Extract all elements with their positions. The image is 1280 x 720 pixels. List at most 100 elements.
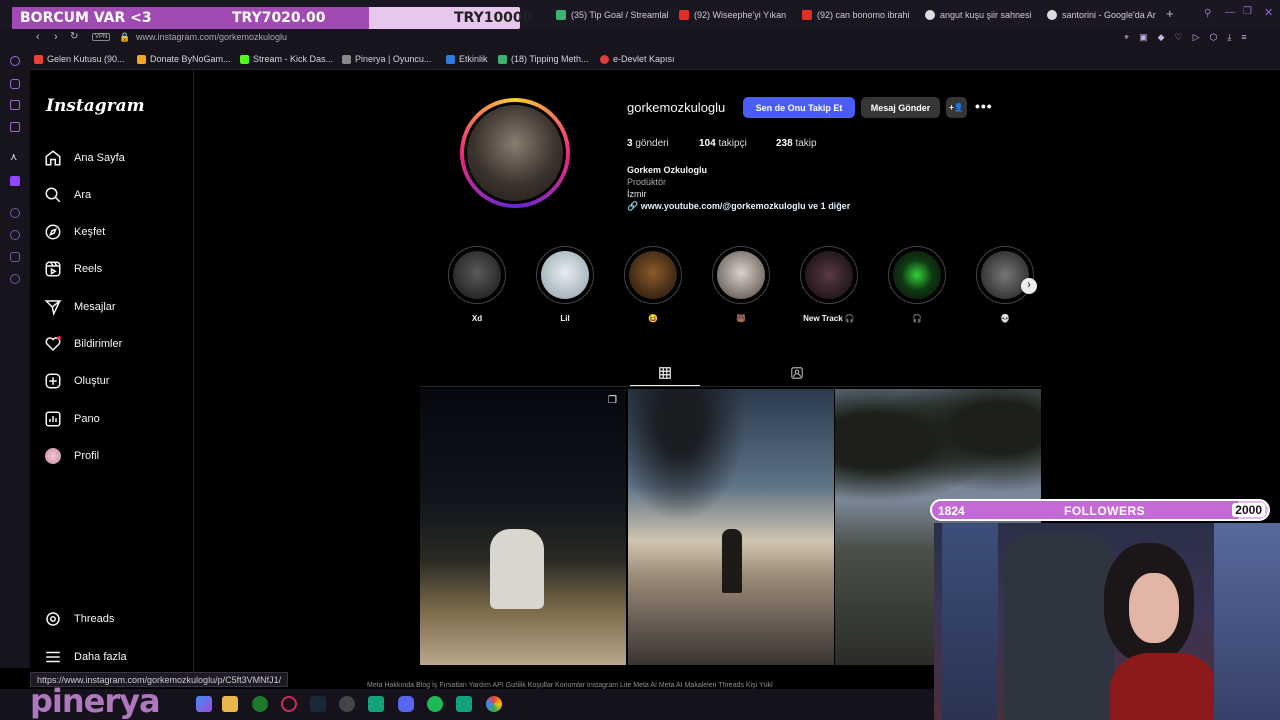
bookmark-etkinlik[interactable]: Etkinlik (446, 54, 488, 64)
pin-icon[interactable]: ⌖ (1124, 32, 1129, 43)
bookmark-donate[interactable]: Donate ByNoGam... (137, 54, 231, 64)
suggest-users-button[interactable]: +👤 (946, 97, 967, 118)
following-stat[interactable]: 238 takip (776, 138, 817, 149)
search-tabs-icon[interactable]: ⚲ (1204, 8, 1211, 19)
chrome-icon[interactable] (486, 696, 502, 712)
youtube-icon (802, 10, 812, 20)
posts-count: 3 (627, 138, 633, 149)
kick-sidebar-icon[interactable]: ⋏ (10, 152, 17, 163)
history-icon[interactable] (10, 230, 20, 240)
instagram-logo[interactable]: Instagram (46, 96, 145, 116)
bookmark-label: Etkinlik (459, 54, 488, 64)
browser-tab[interactable]: (92) Wiseephe'yi Yıkan (679, 7, 789, 23)
browser-tab[interactable]: santorini - Google'da Ar (1047, 7, 1159, 23)
follow-button[interactable]: Sen de Onu Takip Et (743, 97, 855, 118)
app-icon[interactable] (456, 696, 472, 712)
message-button[interactable]: Mesaj Gönder (861, 97, 940, 118)
file-explorer-icon[interactable] (222, 696, 238, 712)
player-icon[interactable] (10, 208, 20, 218)
opera-gx-icon[interactable] (281, 696, 297, 712)
highlight-label: New Track 🎧 (803, 314, 855, 323)
highlight-item[interactable]: 🐻 (711, 246, 771, 323)
nav-home[interactable]: Ana Sayfa (44, 146, 125, 170)
bookmark-tipping[interactable]: (18) Tipping Meth... (498, 54, 589, 64)
back-icon[interactable]: ‹ (36, 31, 40, 43)
highlight-item[interactable]: Xd (447, 246, 507, 323)
bookmark-pinerya[interactable]: Pinerya | Oyuncu... (342, 54, 431, 64)
spotify-icon[interactable] (427, 696, 443, 712)
bookmark-kick[interactable]: Stream - Kick Das... (240, 54, 333, 64)
nav-profile[interactable]: Profil (44, 444, 99, 468)
xbox-icon[interactable] (252, 696, 268, 712)
highlight-item[interactable]: 🎧 (887, 246, 947, 323)
messenger-icon[interactable] (10, 122, 20, 132)
streamlabs-icon (498, 54, 507, 64)
aria-icon[interactable] (10, 79, 20, 89)
post-thumbnail[interactable] (628, 389, 834, 665)
chevron-right-icon: › (1027, 279, 1031, 291)
close-icon[interactable]: ✕ (1264, 6, 1273, 19)
obs-icon[interactable] (339, 696, 355, 712)
twitch-icon[interactable] (10, 176, 20, 186)
post-thumbnail[interactable]: ❐ (420, 389, 626, 665)
nav-label: Profil (74, 450, 100, 462)
play-icon[interactable]: ▷ (1193, 32, 1200, 43)
minimize-icon[interactable]: — (1225, 7, 1235, 18)
snapshot-icon[interactable]: ▣ (1139, 32, 1148, 43)
discord-icon[interactable] (398, 696, 414, 712)
settings-icon[interactable] (10, 274, 20, 284)
opera-icon[interactable] (10, 56, 20, 66)
nav-more[interactable]: Daha fazla (44, 645, 127, 669)
heart-icon[interactable]: ♡ (1175, 32, 1183, 43)
url-text[interactable]: www.instagram.com/gorkemozkuloglu (136, 32, 287, 42)
copilot-icon[interactable] (196, 696, 212, 712)
bookmark-gmail[interactable]: Gelen Kutusu (90... (34, 54, 125, 64)
extensions-icon[interactable]: ⬡ (1210, 32, 1218, 43)
link-icon: 🔗 (627, 201, 641, 211)
highlight-item[interactable]: Lil (535, 246, 595, 323)
menu-icon (46, 651, 60, 663)
highlight-label: Lil (560, 314, 570, 323)
maximize-icon[interactable]: ❐ (1243, 6, 1252, 17)
tab-tagged[interactable] (790, 366, 804, 380)
nav-explore[interactable]: Keşfet (44, 220, 105, 244)
extensions-icon[interactable] (10, 252, 20, 262)
browser-sidebar: ⋏ (0, 48, 30, 668)
nav-notifications[interactable]: Bildirimler (44, 332, 122, 356)
more-options-icon[interactable]: ••• (975, 98, 993, 114)
shield-icon[interactable]: ◆ (1158, 32, 1165, 43)
workspace-icon[interactable] (10, 100, 20, 110)
steam-icon[interactable] (310, 696, 326, 712)
profile-link[interactable]: 🔗 www.youtube.com/@gorkemozkuloglu ve 1 … (627, 201, 850, 212)
nav-dashboard[interactable]: Pano (44, 407, 100, 431)
highlight-item[interactable]: New Track 🎧 (799, 246, 859, 323)
highlights-next-button[interactable]: › (1021, 278, 1037, 294)
reload-icon[interactable]: ↻ (70, 31, 78, 42)
followers-stat[interactable]: 104 takipçi (699, 138, 747, 149)
browser-tab[interactable]: (35) Tip Goal / Streamlab (556, 7, 668, 23)
vpn-badge[interactable]: VPN (92, 33, 111, 41)
nav-create[interactable]: Oluştur (44, 369, 109, 393)
footer-links[interactable]: Meta Hakkında Blog İş Fırsatları Yardım … (367, 682, 773, 689)
new-tab-icon[interactable]: + (1166, 6, 1174, 21)
menu-icon[interactable]: ≡ (1241, 32, 1246, 43)
highlight-item[interactable]: 😆 (623, 246, 683, 323)
download-icon[interactable]: ⤓ (1227, 32, 1231, 43)
tagged-icon (791, 367, 803, 379)
nav-messages[interactable]: Mesajlar (44, 295, 116, 319)
browser-tab[interactable]: angut kuşu şiir sahnesi (925, 7, 1037, 23)
tab-posts[interactable] (658, 366, 672, 380)
address-bar-actions: ⌖ ▣ ◆ ♡ ▷ ⬡ ⤓ ≡ (1124, 32, 1247, 43)
post-palm (628, 389, 758, 539)
profile-avatar[interactable] (460, 98, 570, 208)
posts-label: gönderi (635, 138, 669, 149)
browser-tab[interactable]: (92) can bonomo ibrahi (802, 7, 912, 23)
nav-search[interactable]: Ara (44, 183, 91, 207)
bookmark-edevlet[interactable]: e-Devlet Kapısı (600, 54, 675, 64)
nav-threads[interactable]: Threads (44, 607, 114, 631)
whatsapp-icon[interactable] (368, 696, 384, 712)
profile-photo (467, 105, 563, 201)
nav-reels[interactable]: Reels (44, 257, 102, 281)
bookmark-label: Stream - Kick Das... (253, 54, 334, 64)
forward-icon[interactable]: › (54, 31, 58, 43)
